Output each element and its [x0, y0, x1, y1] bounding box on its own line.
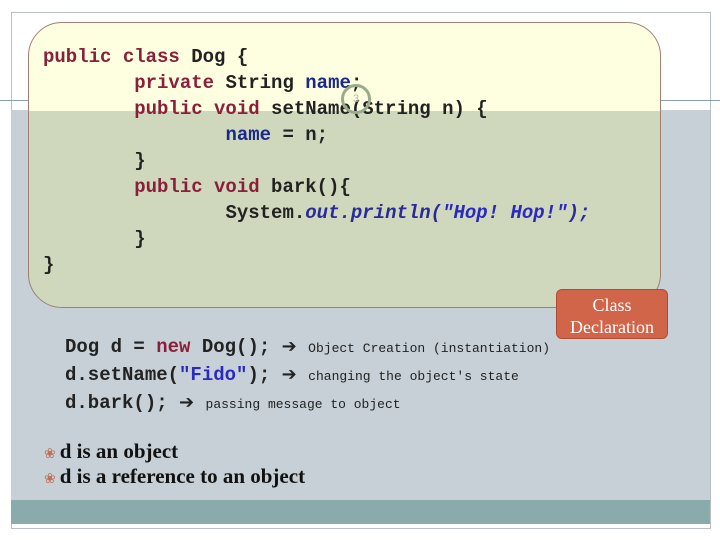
footer-band [11, 500, 710, 524]
code-token: public void [134, 98, 260, 120]
code-token: } [43, 254, 55, 276]
code-token: d.setName( [65, 364, 180, 386]
code-token: private [134, 72, 215, 94]
bullet-text: d is an object [59, 439, 179, 463]
code-token: d.bark(); [65, 392, 168, 414]
code-token: String [214, 72, 306, 94]
class-code-box: public class Dog { private String name; … [28, 22, 661, 308]
code-token: bark(){ [259, 176, 351, 198]
code-token: public class [43, 46, 180, 68]
code-token: Dog { [179, 46, 249, 68]
usage-code: Dog d = new Dog(); ➔ Object Creation (in… [65, 334, 550, 418]
code-token: Dog(); [190, 336, 271, 358]
class-declaration-callout: Class Declaration [556, 289, 668, 339]
code-token: public void [134, 176, 260, 198]
bullet-icon: ❀ [44, 472, 56, 487]
code-token: name [225, 124, 272, 146]
code-token: System. [225, 202, 306, 224]
arrow-right-icon: ➔ [179, 392, 195, 413]
arrow-right-icon: ➔ [281, 364, 297, 385]
usage-note: Object Creation (instantiation) [308, 341, 551, 356]
code-token: ); [567, 202, 591, 224]
bullet-icon: ❀ [44, 447, 56, 462]
code-token: Dog d = [65, 336, 157, 358]
bullet-text: d is a reference to an object [59, 464, 306, 488]
usage-note: passing message to object [205, 397, 401, 412]
code-token: = n; [271, 124, 329, 146]
bullet-item: ❀ d is a reference to an object [44, 464, 305, 489]
class-code: public class Dog { private String name; … [43, 44, 590, 278]
bullet-item: ❀ d is an object [44, 439, 178, 464]
code-token: "Hop! Hop!" [442, 202, 568, 224]
code-token: } [134, 150, 146, 172]
code-token: } [134, 228, 146, 250]
code-token: new [156, 336, 191, 358]
code-token: setName(String n) { [259, 98, 488, 120]
code-token: "Fido" [179, 364, 248, 386]
code-token: out.println( [305, 202, 443, 224]
slide-number: 3 [341, 84, 371, 114]
code-token: ); [247, 364, 271, 386]
arrow-right-icon: ➔ [281, 336, 297, 357]
usage-note: changing the object's state [308, 369, 519, 384]
